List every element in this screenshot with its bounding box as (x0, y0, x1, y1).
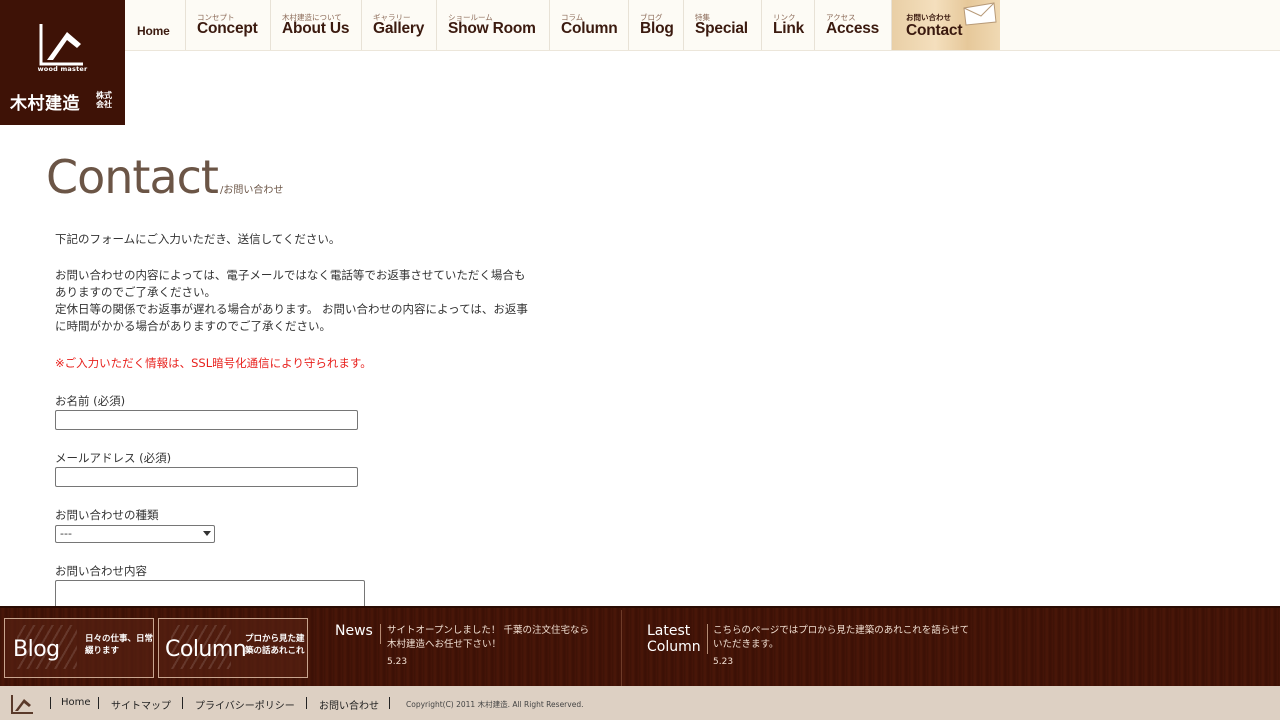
bottom-link-privacy[interactable]: プライバシーポリシー (195, 697, 295, 712)
inquiry-type-label: お問い合わせの種類 (55, 508, 159, 522)
bottom-link-home[interactable]: Home (61, 697, 91, 708)
latest-column-date: 5.23 (713, 657, 734, 667)
news-date: 5.23 (387, 657, 408, 667)
notice-line-3: 定休日等の関係でお返事が遅れる場合があります。 お問い合わせの内容によっては、お… (55, 302, 528, 316)
nav-concept[interactable]: コンセプト Concept (186, 0, 271, 50)
email-input[interactable] (55, 467, 358, 487)
notice-line-1: お問い合わせの内容によっては、電子メールではなく電話等でお返事させていただく場合… (55, 268, 526, 282)
blog-banner-title: Blog (13, 637, 60, 662)
nav-about-us[interactable]: 木村建造について About Us (271, 0, 362, 50)
footer: Blog 日々の仕事、日常綴ります Column プロから見た建築の話あれこれ … (0, 606, 1280, 686)
nav-showroom-label: Show Room (448, 20, 536, 37)
nav-show-room[interactable]: ショールーム Show Room (437, 0, 550, 50)
company-name: 木村建造 (10, 94, 80, 114)
nav-column[interactable]: コラム Column (550, 0, 629, 50)
notice-line-2: ありますのでご了承ください。 (55, 285, 216, 299)
column-separator (707, 624, 708, 654)
bottom-divider (306, 697, 307, 709)
nav-home-label: Home (137, 24, 170, 38)
nav-contact[interactable]: お問い合わせ Contact (892, 0, 1000, 50)
nav-link[interactable]: リンク Link (762, 0, 815, 50)
ssl-note: ※ご入力いただく情報は、SSL暗号化通信により守られます。 (55, 356, 372, 370)
intro-text: 下記のフォームにご入力いただき、送信してください。 (55, 232, 341, 246)
news-heading: News (335, 623, 373, 639)
nav-gallery[interactable]: ギャラリー Gallery (362, 0, 437, 50)
page-title-sub: /お問い合わせ (219, 185, 284, 196)
nav-link-label: Link (773, 20, 805, 37)
notice-line-4: に時間がかかる場合がありますのでご了承ください。 (55, 319, 331, 333)
nav-blog-label: Blog (640, 20, 674, 37)
nav-special-label: Special (695, 20, 748, 37)
name-input[interactable] (55, 410, 358, 430)
column-banner-text: プロから見た建築の話あれこれ (245, 634, 305, 656)
page-title: Contact/お問い合わせ (46, 150, 283, 204)
bottom-divider (50, 697, 51, 709)
wood-master-logo-icon (39, 24, 83, 66)
bottom-divider (182, 697, 183, 709)
blog-banner-text: 日々の仕事、日常綴ります (85, 634, 154, 656)
latest-column-heading-1: Latest (647, 623, 691, 639)
inquiry-type-select[interactable]: --- (55, 525, 215, 543)
bottom-link-sitemap[interactable]: サイトマップ (111, 697, 171, 712)
nav-access-label: Access (826, 20, 880, 37)
nav-concept-label: Concept (197, 20, 258, 37)
bottom-link-contact[interactable]: お問い合わせ (319, 697, 379, 712)
inquiry-type-selected: --- (60, 527, 72, 540)
latest-column-heading-2: Column (647, 639, 701, 655)
page-title-main: Contact (46, 150, 219, 204)
nav-column-label: Column (561, 20, 618, 37)
footer-divider (621, 610, 622, 686)
bottom-divider (389, 697, 390, 709)
news-text[interactable]: サイトオープンしました！ 千葉の注文住宅なら木村建造へお任せ下さい！ (387, 624, 597, 652)
nav-blog[interactable]: ブログ Blog (629, 0, 684, 50)
company-suffix: 株式会社 (96, 91, 112, 109)
content-label: お問い合わせ内容 (55, 564, 147, 578)
blog-banner[interactable]: Blog 日々の仕事、日常綴ります (4, 618, 154, 678)
nav-contact-label: Contact (906, 22, 963, 39)
site-logo[interactable]: wood master 木村建造 株式会社 (0, 0, 125, 125)
chevron-down-icon (203, 531, 211, 536)
brand-english: wood master (37, 65, 88, 73)
nav-special[interactable]: 特集 Special (684, 0, 762, 50)
copyright: Copyright(C) 2011 木村建造. All Right Reserv… (406, 700, 584, 709)
latest-column-text[interactable]: こちらのページではプロから見た建築のあれこれを語らせていただきます。 (713, 624, 978, 652)
column-banner[interactable]: Column プロから見た建築の話あれこれ (158, 618, 308, 678)
envelope-icon (963, 2, 997, 26)
news-separator (380, 624, 381, 644)
email-label: メールアドレス (必須) (55, 451, 172, 465)
bottom-bar: Home サイトマップ プライバシーポリシー お問い合わせ Copyright(… (0, 686, 1280, 720)
column-banner-title: Column (165, 637, 247, 662)
mini-logo-icon (11, 695, 33, 714)
global-nav: Home コンセプト Concept 木村建造について About Us ギャラ… (125, 0, 1280, 51)
nav-gallery-label: Gallery (373, 20, 425, 37)
nav-access[interactable]: アクセス Access (815, 0, 892, 50)
nav-about-label: About Us (282, 20, 350, 37)
name-label: お名前 (必須) (55, 394, 126, 408)
bottom-divider (98, 697, 99, 709)
nav-home[interactable]: Home (125, 0, 186, 50)
